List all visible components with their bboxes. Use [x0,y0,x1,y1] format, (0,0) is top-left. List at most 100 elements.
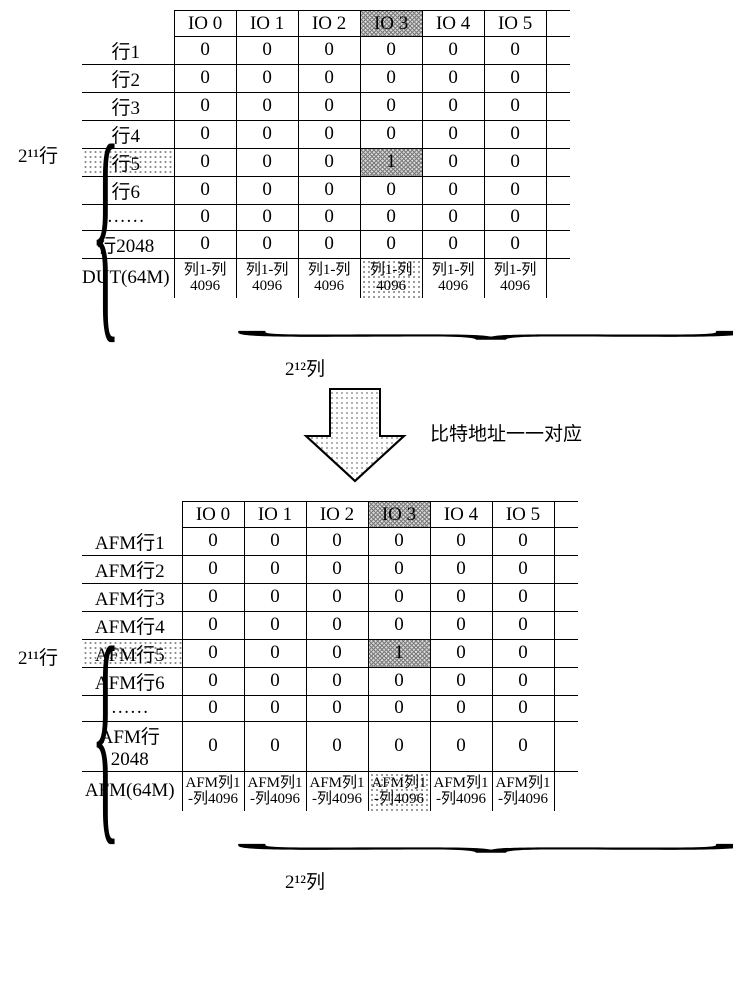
down-arrow-icon [300,381,410,491]
io-header: IO 5 [492,502,554,528]
cell: 0 [492,555,554,583]
brace-left-icon: { [91,611,120,851]
cell: 0 [306,667,368,695]
dut-col-brace: ︸ [120,298,723,354]
cell: 0 [182,721,244,771]
cell: 0 [492,611,554,639]
cell: 0 [422,230,484,258]
cell: 0 [182,611,244,639]
cell: 0 [182,583,244,611]
cell: 0 [182,695,244,721]
cell: 0 [298,230,360,258]
cell: 0 [306,721,368,771]
cell: 0 [484,120,546,148]
cell: 0 [182,528,244,556]
cell: 0 [236,92,298,120]
footer-cell: 列1-列4096 [360,258,422,298]
cell: 0 [244,695,306,721]
afm-row-group-label: 2¹¹行 { [10,643,66,670]
footer-cell: 列1-列4096 [484,258,546,298]
cell: 0 [368,611,430,639]
cell: 0 [422,37,484,65]
row-header: 行1 [82,37,174,65]
cell: 0 [492,639,554,667]
brace-left-icon: { [91,109,120,349]
cell: 0 [484,92,546,120]
cell: 0 [422,204,484,230]
cell: 0 [484,37,546,65]
cell: 0 [430,667,492,695]
afm-col-brace: ︸ [120,811,723,867]
cell: 0 [360,176,422,204]
mapping-arrow-text: 比特地址一一对应 [430,419,582,446]
cell: 0 [298,148,360,176]
cell: 0 [244,639,306,667]
cell: 0 [430,583,492,611]
footer-cell: 列1-列4096 [174,258,236,298]
footer-cell: AFM列1-列4096 [430,771,492,811]
cell: 0 [492,583,554,611]
row-group-text: 2¹¹行 [18,648,58,669]
cell: 0 [360,64,422,92]
io-header: IO 5 [484,11,546,37]
cell: 0 [360,204,422,230]
cell: 0 [360,230,422,258]
footer-cell: AFM列1-列4096 [492,771,554,811]
cell: 0 [422,64,484,92]
footer-cell: 列1-列4096 [298,258,360,298]
cell: 0 [244,721,306,771]
cell: 0 [360,92,422,120]
cell: 0 [236,64,298,92]
row-header: AFM行2 [82,555,182,583]
cell: 0 [236,176,298,204]
cell: 0 [484,64,546,92]
cell: 0 [422,148,484,176]
row-header: AFM行1 [82,528,182,556]
cell: 0 [244,528,306,556]
row-header: 行2 [82,64,174,92]
mapping-arrow-block: 比特地址一一对应 [10,381,723,501]
footer-cell: AFM列1-列4096 [368,771,430,811]
cell: 0 [182,667,244,695]
cell: 0 [306,528,368,556]
cell: 0 [430,721,492,771]
cell: 1 [360,148,422,176]
afm-grid: IO 0IO 1IO 2IO 3IO 4IO 5AFM行1000000AFM行2… [82,501,578,811]
cell: 0 [360,37,422,65]
cell: 0 [368,667,430,695]
cell: 0 [484,204,546,230]
cell: 0 [174,176,236,204]
cell: 0 [174,92,236,120]
cell: 0 [306,639,368,667]
io-header: IO 3 [368,502,430,528]
cell: 0 [430,639,492,667]
cell: 0 [492,667,554,695]
dut-row-group-label: 2¹¹行 { [10,141,66,168]
cell: 0 [298,64,360,92]
cell: 0 [182,639,244,667]
dut-grid: IO 0IO 1IO 2IO 3IO 4IO 5行1000000行2000000… [82,10,570,298]
io-header: IO 1 [236,11,298,37]
cell: 0 [422,92,484,120]
io-header: IO 2 [306,502,368,528]
cell: 0 [422,120,484,148]
cell: 0 [360,120,422,148]
io-header: IO 0 [182,502,244,528]
cell: 0 [306,695,368,721]
footer-cell: AFM列1-列4096 [182,771,244,811]
cell: 0 [236,120,298,148]
cell: 0 [298,204,360,230]
cell: 0 [236,230,298,258]
cell: 0 [492,721,554,771]
cell: 0 [368,555,430,583]
cell: 0 [174,204,236,230]
cell: 0 [236,204,298,230]
cell: 0 [244,583,306,611]
cell: 0 [484,148,546,176]
cell: 0 [368,695,430,721]
cell: 0 [174,230,236,258]
cell: 0 [484,176,546,204]
cell: 0 [368,528,430,556]
brace-bottom-icon: ︸ [225,331,733,365]
io-header: IO 0 [174,11,236,37]
